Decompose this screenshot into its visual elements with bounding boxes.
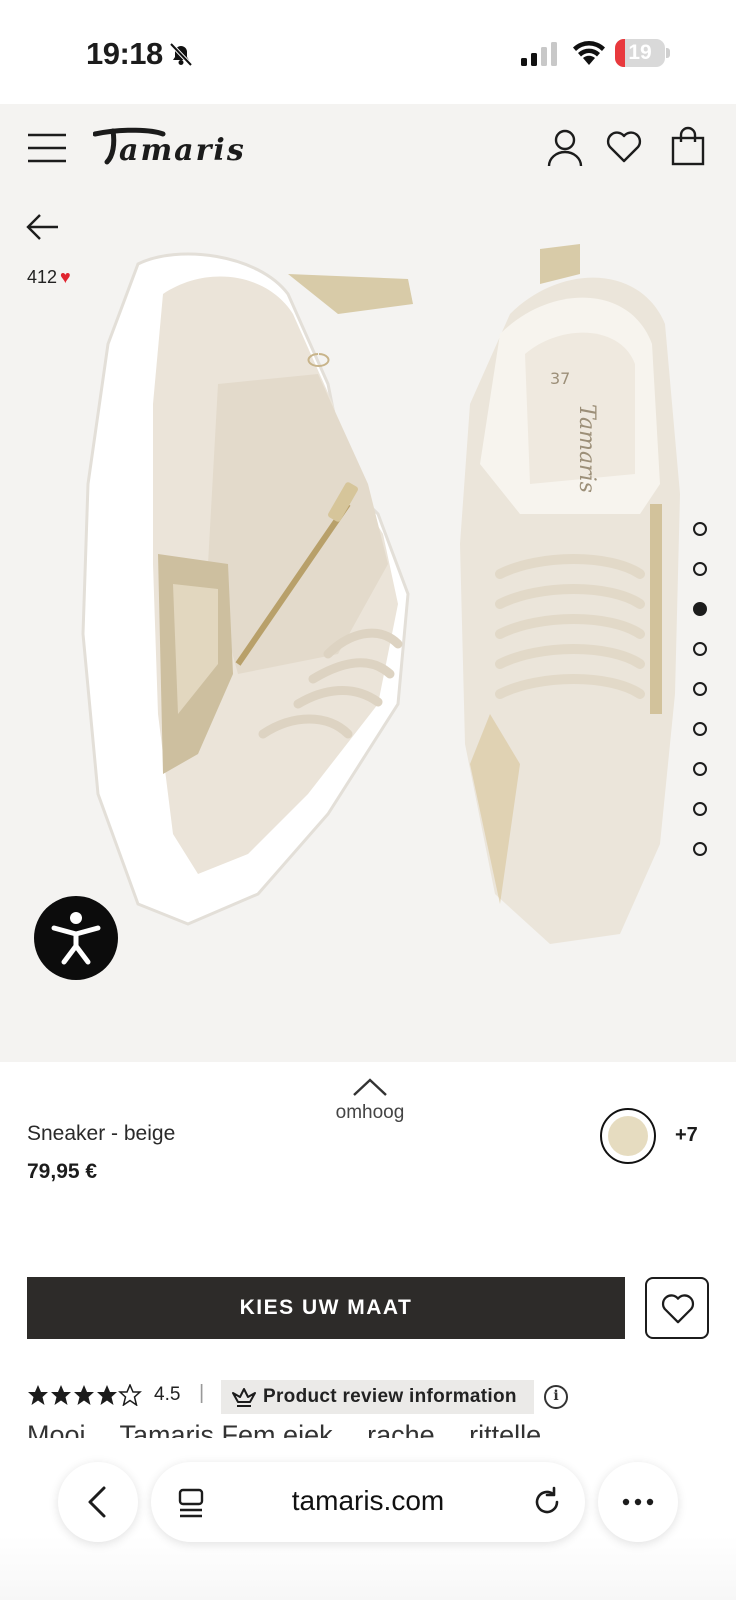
product-image-shoe-top: 37 Tamaris — [460, 244, 680, 944]
signal-icon — [521, 42, 557, 66]
gallery-dot[interactable] — [693, 642, 707, 656]
back-arrow-icon[interactable] — [26, 212, 60, 242]
crown-icon — [232, 1388, 256, 1407]
likes-counter[interactable]: 412 ♥ — [27, 267, 71, 288]
rating-value: 4.5 — [154, 1384, 181, 1405]
menu-icon[interactable] — [28, 132, 66, 164]
gallery-dot[interactable] — [693, 842, 707, 856]
status-bar: 19:18 19 — [0, 0, 736, 104]
gallery-dot[interactable] — [693, 522, 707, 536]
color-swatch-fill — [608, 1116, 648, 1156]
bell-off-icon — [169, 42, 193, 67]
heart-icon — [661, 1294, 695, 1324]
gallery-pagination — [693, 522, 709, 882]
battery-icon: 19 — [615, 39, 670, 67]
browser-toolbar: tamaris.com — [0, 1440, 736, 1600]
more-options-button[interactable] — [598, 1462, 678, 1542]
address-bar[interactable]: tamaris.com — [151, 1462, 585, 1542]
rating-separator: | — [199, 1382, 205, 1404]
battery-level: 19 — [628, 41, 652, 64]
wifi-icon — [573, 41, 605, 65]
rating-row: 4.5 | Product review information i — [27, 1380, 717, 1414]
svg-text:37: 37 — [550, 369, 570, 388]
like-heart-icon: ♥ — [60, 267, 71, 287]
more-dots-icon — [622, 1498, 654, 1506]
wishlist-button[interactable] — [645, 1277, 709, 1339]
user-icon[interactable] — [547, 128, 583, 168]
product-image-shoe-side — [81, 252, 413, 926]
chevron-left-icon — [88, 1486, 106, 1518]
info-icon[interactable]: i — [544, 1385, 568, 1409]
review-chip-label: Product review information — [263, 1386, 517, 1407]
product-gallery[interactable]: amaris 412 ♥ 37 Tamaris — [0, 104, 736, 1062]
scroll-up-label: omhoog — [335, 1102, 405, 1123]
url-text: tamaris.com — [291, 1485, 445, 1516]
chevron-up-icon — [353, 1078, 387, 1096]
tamaris-logo[interactable]: amaris — [92, 126, 265, 174]
site-header: amaris — [0, 104, 736, 200]
product-description-cut-off: Mooi… Tamaris Fem eiek… rache… rittelle… — [27, 1424, 717, 1438]
svg-text:Tamaris: Tamaris — [574, 404, 599, 493]
gallery-dot[interactable] — [693, 802, 707, 816]
rating-stars-icon — [28, 1384, 142, 1406]
browser-back-button[interactable] — [58, 1462, 138, 1542]
gallery-dot[interactable] — [693, 722, 707, 736]
gallery-dot[interactable] — [693, 602, 707, 616]
color-swatch-beige[interactable] — [600, 1108, 656, 1164]
likes-count: 412 — [27, 267, 58, 287]
gallery-dot[interactable] — [693, 762, 707, 776]
bag-icon[interactable] — [671, 126, 705, 166]
more-colors-link[interactable]: +7 — [675, 1124, 698, 1147]
gallery-dot[interactable] — [693, 682, 707, 696]
scroll-up-button[interactable]: omhoog — [320, 1076, 420, 1124]
choose-size-button[interactable]: KIES UW MAAT — [27, 1277, 625, 1339]
product-description-text: Mooi… Tamaris Fem eiek… rache… rittelle… — [27, 1424, 717, 1438]
gallery-dot[interactable] — [693, 562, 707, 576]
svg-text:amaris: amaris — [119, 133, 246, 166]
accessibility-icon — [51, 912, 101, 965]
status-time: 19:18 — [86, 36, 163, 71]
product-name: Sneaker - beige — [27, 1122, 176, 1145]
product-price: 79,95 € — [27, 1160, 98, 1183]
product-review-information-chip[interactable]: Product review information — [221, 1380, 534, 1414]
reload-icon[interactable] — [531, 1486, 563, 1518]
heart-icon[interactable] — [606, 130, 642, 164]
accessibility-button[interactable] — [34, 896, 118, 980]
